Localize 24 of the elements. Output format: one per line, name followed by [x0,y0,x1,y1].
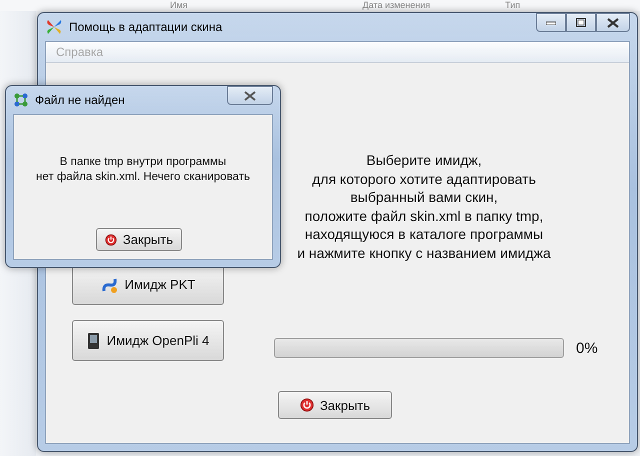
minimize-button[interactable] [536,13,566,32]
image-button[interactable]: Имидж OpenPli 4 [72,320,224,361]
error-message: В папке tmp внутри программы нет файла skin.xml. Нечего сканировать [35,155,251,185]
column-header: Имя [170,0,188,11]
instruction-text: Выберите имидж, для которого хотите адаптировать выбранный вами скин, положите файл skin.xml в папку tmp, находящуюся в каталоге программы и нажмите кнопку с названием имиджа [296,151,552,262]
close-button[interactable] [596,13,630,32]
close-icon [244,90,256,100]
minimize-icon [546,20,556,24]
close-button[interactable] [227,86,273,105]
close-button[interactable]: Закрыть [96,228,182,251]
window-title: Помощь в адаптации скина [69,20,222,34]
column-header: Тип [505,0,520,11]
power-icon [105,232,117,246]
column-header: Дата изменения [362,0,430,11]
progress-percent: 0% [576,340,598,356]
dialog-title: Файл не найден [35,93,125,107]
people-icon [13,92,29,108]
app-logo-icon [45,18,63,36]
close-button[interactable]: Закрыть [278,391,392,419]
close-icon [607,18,619,28]
device-icon [86,332,101,350]
maximize-icon [576,18,586,27]
power-icon [300,398,314,412]
maximize-button[interactable] [566,13,596,32]
